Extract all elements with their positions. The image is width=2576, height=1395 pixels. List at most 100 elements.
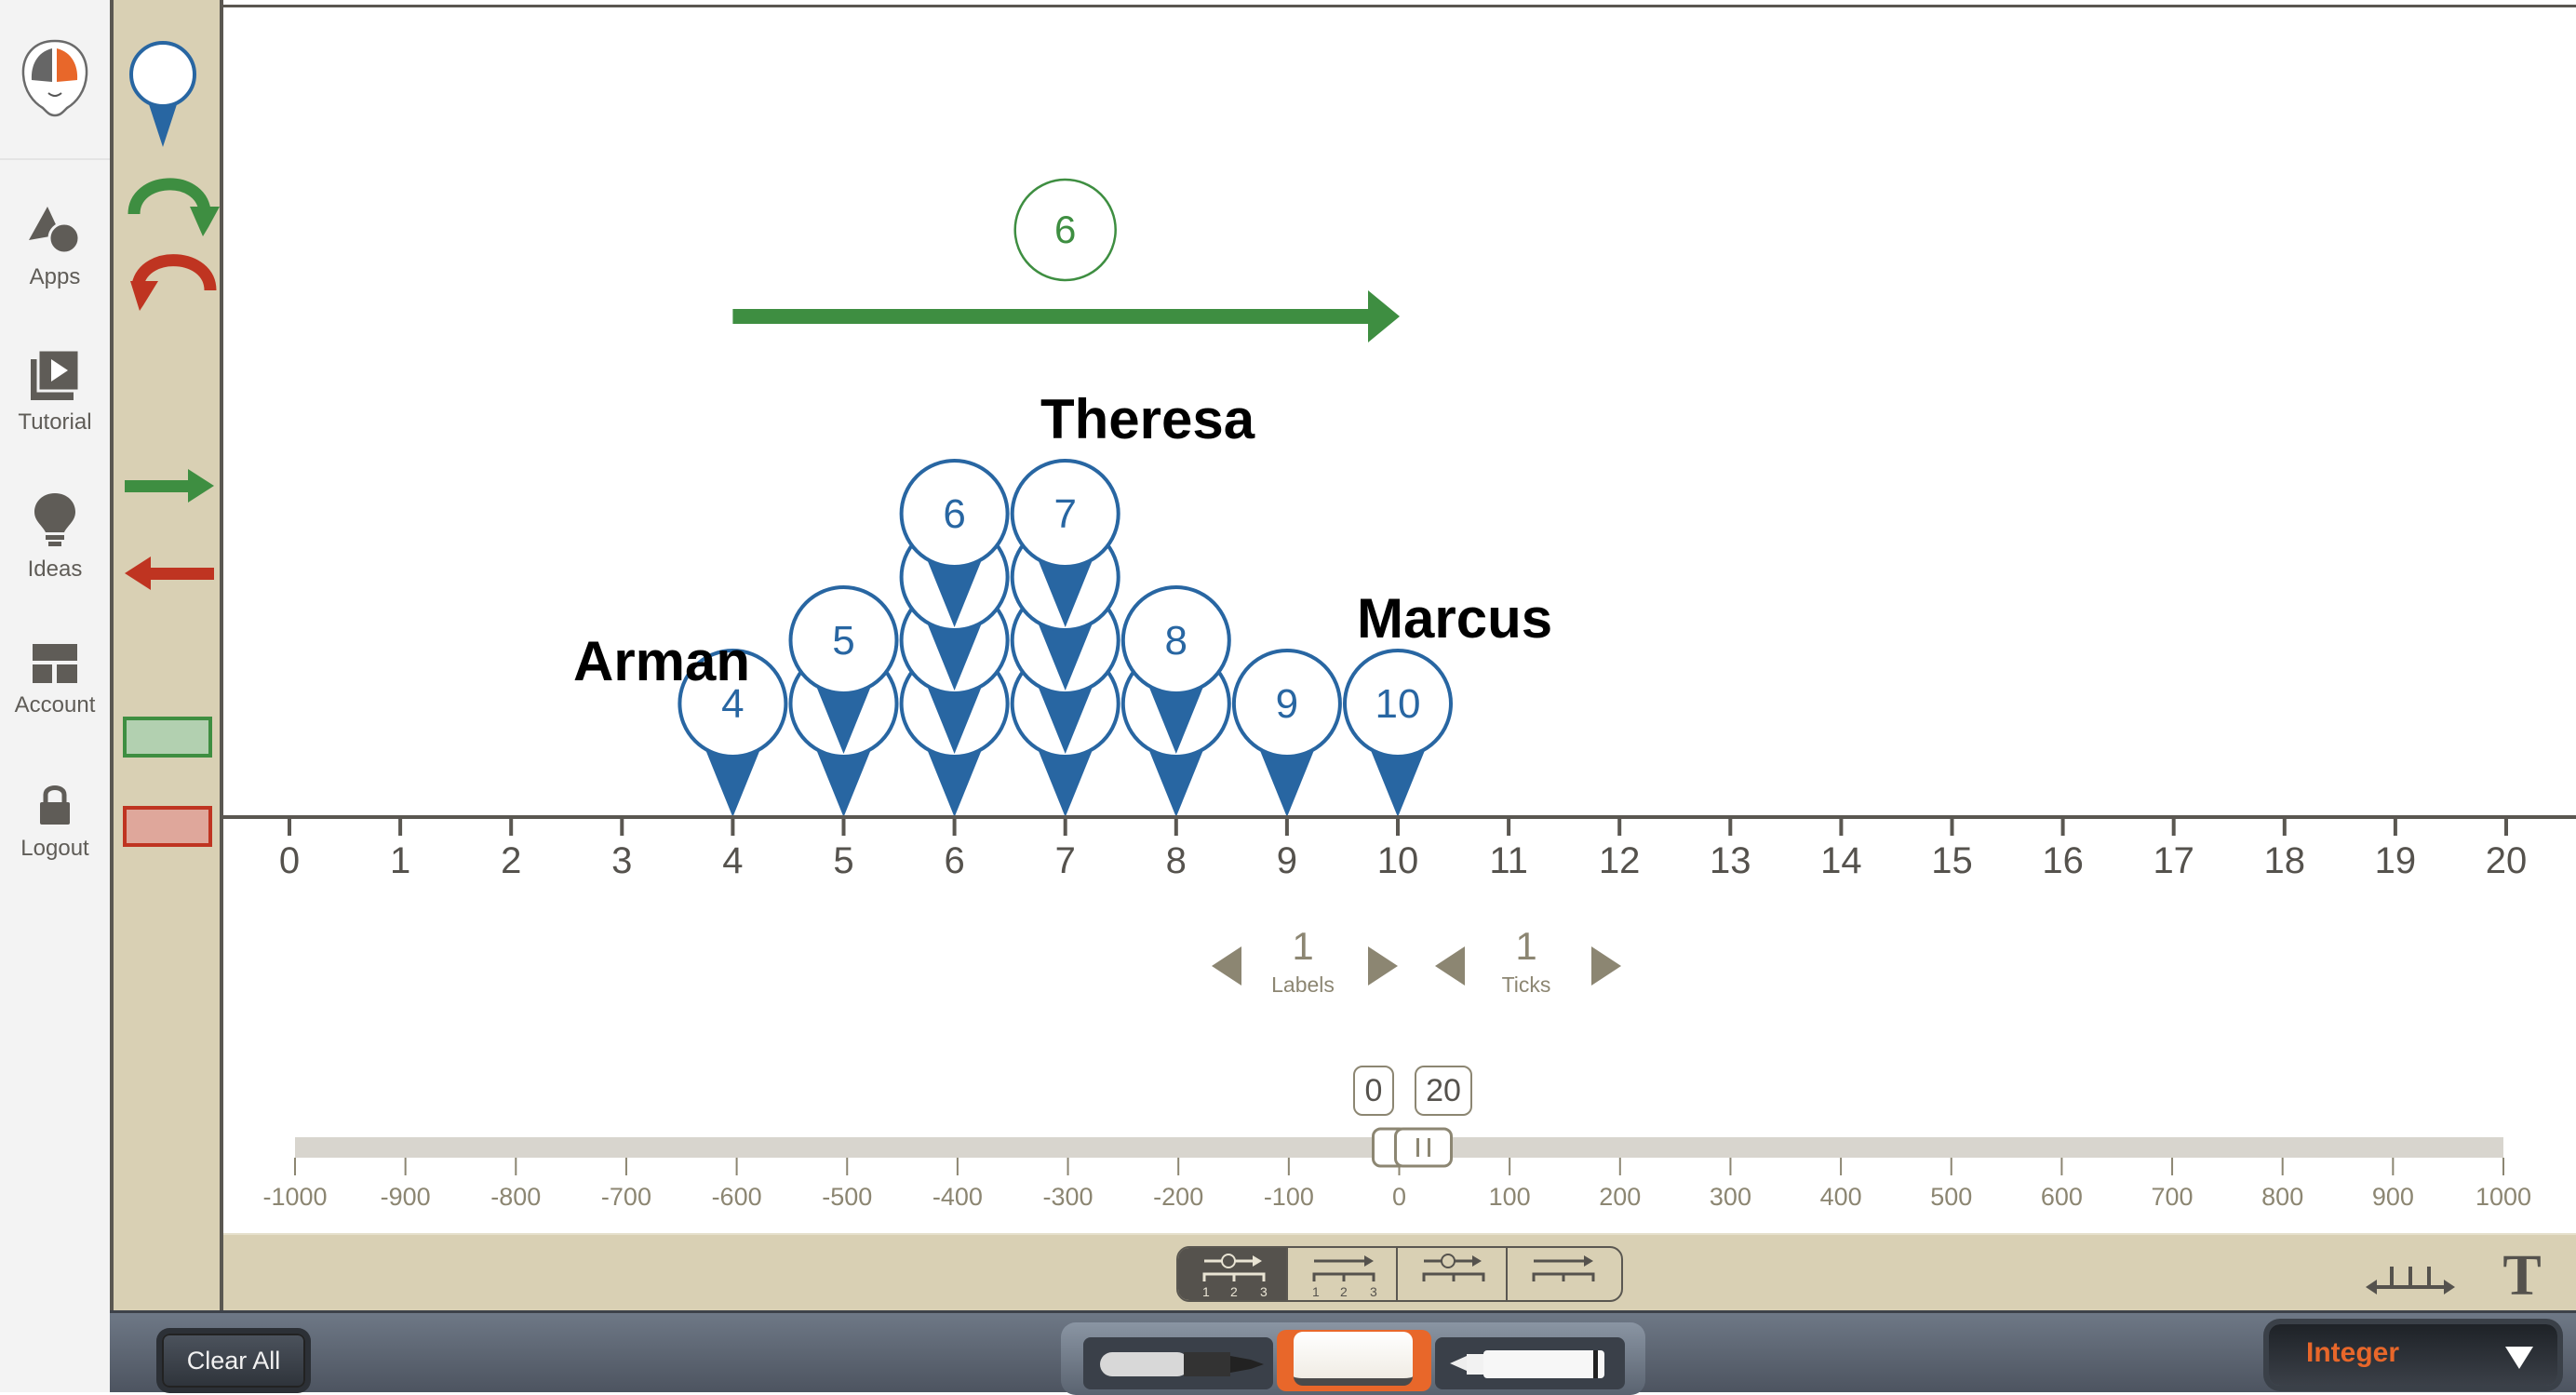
increase-labels-button[interactable] [1366, 943, 1398, 989]
range-max-field[interactable]: 20 [1415, 1066, 1472, 1116]
mode-button-group: 1 2 3 1 2 3 [1176, 1246, 1623, 1302]
number-line-axis: 0 1 2 3 4 5 6 7 8 9 10 11 12 13 14 15 16 17 18 19 20 [223, 815, 2576, 881]
logo[interactable] [0, 0, 110, 160]
mode-arrow-with-labels-button[interactable]: 1 2 3 [1288, 1248, 1398, 1300]
sidebar-item-logout[interactable]: Logout [0, 782, 110, 921]
slider-tick-label: 700 [2152, 1183, 2194, 1211]
slider-tick-label: -900 [381, 1183, 431, 1211]
student-name-label[interactable]: Theresa [1040, 388, 1255, 450]
slider-tick-label: 800 [2261, 1183, 2303, 1211]
axis-tick-label: 3 [611, 840, 632, 881]
increase-ticks-button[interactable] [1590, 943, 1621, 989]
curved-arrow-left-icon[interactable] [130, 254, 217, 311]
slider-tick-label: 500 [1930, 1183, 1972, 1211]
pin-stacks: 456 789 10 [678, 459, 1453, 817]
jump-icon [1422, 1254, 1485, 1281]
text-tool-icon[interactable]: T [2494, 1246, 2550, 1302]
bottom-toolbar: Clear All Integer [110, 1310, 2576, 1395]
slider-tick-label: 0 [1392, 1183, 1406, 1211]
clear-all-button[interactable]: Clear All [162, 1334, 305, 1388]
pin-label: 7 [1053, 491, 1076, 537]
eraser-icon [1294, 1332, 1413, 1386]
ticks-value: 1 [1515, 924, 1537, 968]
jump-length-label: 6 [1054, 208, 1076, 251]
slider-tick-label: 400 [1820, 1183, 1862, 1211]
axis-tick-label: 5 [833, 840, 853, 881]
sidebar-item-tutorial[interactable]: Tutorial [0, 346, 110, 486]
chevron-down-icon [2505, 1347, 2533, 1369]
red-rectangle-icon[interactable] [123, 806, 212, 847]
axis-tick-label: 7 [1055, 840, 1076, 881]
labels-value: 1 [1292, 924, 1314, 968]
tool-palette [110, 0, 223, 1310]
sidebar-item-ideas[interactable]: Ideas [0, 491, 110, 631]
app-sidebar: Apps Tutorial Ideas Account Logout [0, 0, 110, 1392]
arrow-right-icon[interactable] [125, 469, 214, 503]
pin-label: 6 [943, 491, 965, 537]
svg-text:1: 1 [1202, 1284, 1210, 1299]
axis-tick-label: 2 [501, 840, 521, 881]
slider-window-handle[interactable] [1394, 1127, 1453, 1168]
pin-marker[interactable]: 10 [1343, 649, 1453, 817]
number-type-select[interactable]: Integer [2269, 1324, 2557, 1386]
decrease-labels-button[interactable] [1210, 943, 1241, 989]
sidebar-item-account[interactable]: Account [0, 638, 110, 778]
pin-marker[interactable]: 9 [1231, 649, 1342, 817]
number-line-canvas[interactable]: 6 4 5 6 7 8 9 10 Arman Theresa Marcus 0123456789… [223, 5, 2576, 1233]
black-marker-button[interactable] [1083, 1337, 1273, 1389]
svg-text:2: 2 [1340, 1284, 1348, 1299]
slider-tick-label: 600 [2041, 1183, 2083, 1211]
arrow-left-icon[interactable] [125, 557, 214, 590]
axis-tick-label: 4 [722, 840, 743, 881]
jump-arrow[interactable]: 6 [732, 178, 1400, 342]
axis-tick-label: 0 [279, 840, 300, 881]
brain-head-logo-icon [21, 39, 88, 117]
ticks-stepper: 1 Ticks [1433, 924, 1647, 1008]
slider-tick-label: 100 [1489, 1183, 1531, 1211]
axis-tick-label: 17 [2153, 840, 2194, 881]
slider-tick-label: 1000 [2475, 1183, 2531, 1211]
decrease-ticks-button[interactable] [1433, 943, 1465, 989]
axis-tick-label: 6 [944, 840, 964, 881]
mode-jump-no-labels-button[interactable] [1398, 1248, 1508, 1300]
lightbulb-icon [34, 493, 75, 546]
svg-text:3: 3 [1260, 1284, 1268, 1299]
number-line-settings-icon[interactable] [2364, 1254, 2457, 1300]
mode-jump-with-labels-button[interactable]: 1 2 3 [1178, 1248, 1288, 1300]
lock-icon [40, 785, 70, 825]
range-slider[interactable]: -1000 -900 -800 -700 -600 -500 -400 -300 -200 -10… [262, 1127, 2531, 1211]
axis-tick-label: 8 [1166, 840, 1187, 881]
jump-arrow-shaft[interactable] [732, 309, 1370, 324]
axis-tick-label: 20 [2486, 840, 2528, 881]
sidebar-item-label: Logout [20, 836, 89, 861]
sidebar-item-label: Ideas [27, 557, 83, 582]
axis-tick-label: 10 [1377, 840, 1419, 881]
map-pin-icon[interactable] [129, 41, 196, 147]
sidebar-item-label: Account [14, 692, 96, 718]
svg-text:T: T [2502, 1246, 2541, 1302]
labels-caption: Labels [1271, 972, 1335, 997]
slider-tick-label: -600 [712, 1183, 762, 1211]
slider-tick-label: 300 [1710, 1183, 1751, 1211]
video-library-icon [31, 348, 81, 400]
tool-palette-icons [123, 41, 220, 847]
green-rectangle-icon[interactable] [123, 717, 212, 758]
curved-arrow-right-icon[interactable] [127, 178, 220, 236]
jump-labels-icon: 1 2 3 [1202, 1254, 1268, 1299]
axis-tick-label: 18 [2264, 840, 2306, 881]
range-min-field[interactable]: 0 [1353, 1066, 1394, 1116]
pin-label: 8 [1165, 618, 1187, 664]
number-line-svg[interactable]: 6 456 789 10 ArmanTheresaMarcus 0123456789… [223, 7, 2576, 1236]
dashboard-layout-icon [33, 644, 77, 683]
axis-tick-label: 1 [390, 840, 410, 881]
sidebar-item-apps[interactable]: Apps [0, 203, 110, 342]
jump-arrow-head[interactable] [1368, 290, 1400, 342]
eraser-button[interactable] [1277, 1330, 1431, 1391]
student-name-label[interactable]: Marcus [1357, 587, 1552, 650]
white-marker-button[interactable] [1435, 1337, 1625, 1389]
drawing-tools-tray [1061, 1322, 1645, 1395]
mode-arrow-no-labels-button[interactable] [1508, 1248, 1617, 1300]
slider-tick-label: -800 [490, 1183, 541, 1211]
pin-label: 5 [832, 618, 854, 664]
student-name-label[interactable]: Arman [573, 630, 750, 692]
